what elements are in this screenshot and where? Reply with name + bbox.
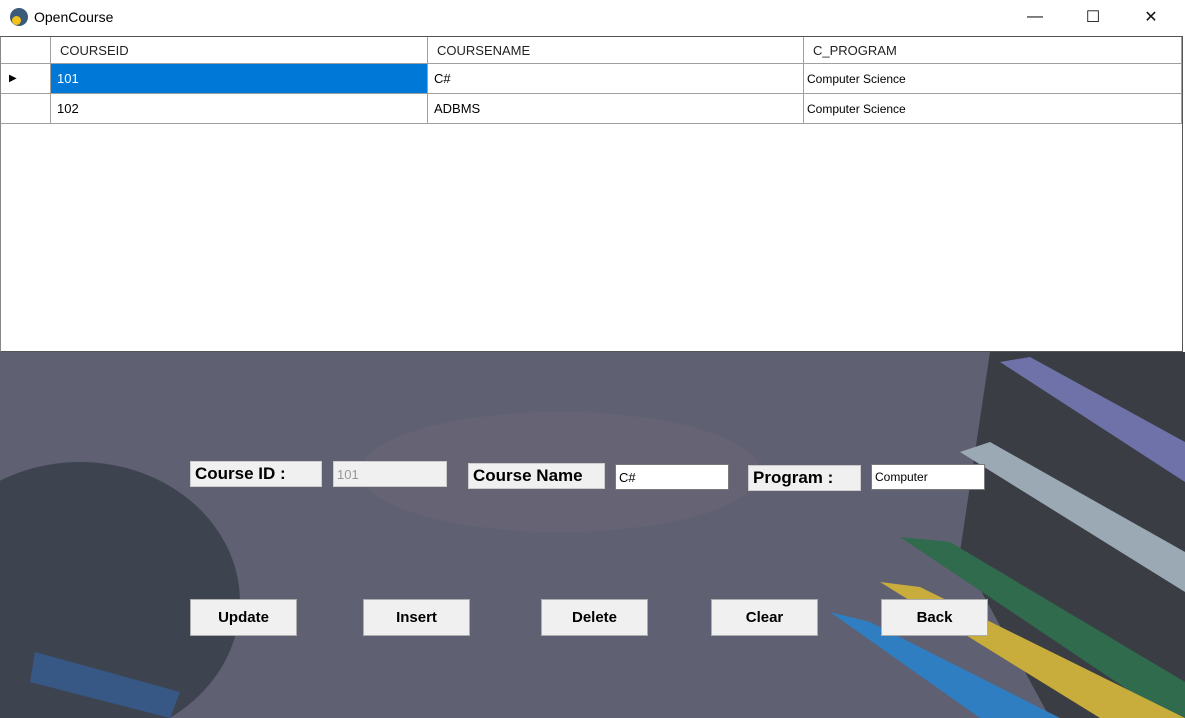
course-name-input[interactable] xyxy=(615,464,729,490)
back-button[interactable]: Back xyxy=(881,599,988,636)
table-row[interactable]: ▶ 101 C# Computer Science xyxy=(1,64,1182,94)
column-header-program[interactable]: C_PROGRAM xyxy=(804,37,1182,63)
app-icon xyxy=(10,8,28,26)
minimize-button[interactable]: — xyxy=(1006,0,1064,34)
row-header-corner xyxy=(1,37,51,63)
cell-program[interactable]: Computer Science xyxy=(804,64,1182,93)
cell-coursename[interactable]: C# xyxy=(428,64,804,93)
courses-grid[interactable]: COURSEID COURSENAME C_PROGRAM ▶ 101 C# C… xyxy=(0,36,1183,352)
delete-button[interactable]: Delete xyxy=(541,599,648,636)
background-image xyxy=(0,352,1185,718)
update-button[interactable]: Update xyxy=(190,599,297,636)
current-row-arrow-icon: ▶ xyxy=(1,64,51,93)
table-row[interactable]: 102 ADBMS Computer Science xyxy=(1,94,1182,124)
maximize-button[interactable]: ☐ xyxy=(1064,0,1122,34)
clear-button[interactable]: Clear xyxy=(711,599,818,636)
column-header-courseid[interactable]: COURSEID xyxy=(51,37,428,63)
close-button[interactable]: ✕ xyxy=(1122,0,1180,34)
program-input[interactable] xyxy=(871,464,985,490)
pencils-illustration xyxy=(0,352,1185,718)
cell-courseid[interactable]: 101 xyxy=(51,64,428,93)
cell-coursename[interactable]: ADBMS xyxy=(428,94,804,123)
course-name-label: Course Name xyxy=(468,463,605,489)
course-id-label: Course ID : xyxy=(190,461,322,487)
window-title: OpenCourse xyxy=(34,9,114,25)
insert-button[interactable]: Insert xyxy=(363,599,470,636)
row-header[interactable] xyxy=(1,94,51,123)
cell-courseid[interactable]: 102 xyxy=(51,94,428,123)
title-bar: OpenCourse — ☐ ✕ xyxy=(0,0,1185,36)
program-label: Program : xyxy=(748,465,861,491)
course-id-input[interactable] xyxy=(333,461,447,487)
grid-header: COURSEID COURSENAME C_PROGRAM xyxy=(1,37,1182,64)
cell-program[interactable]: Computer Science xyxy=(804,94,1182,123)
column-header-coursename[interactable]: COURSENAME xyxy=(428,37,804,63)
